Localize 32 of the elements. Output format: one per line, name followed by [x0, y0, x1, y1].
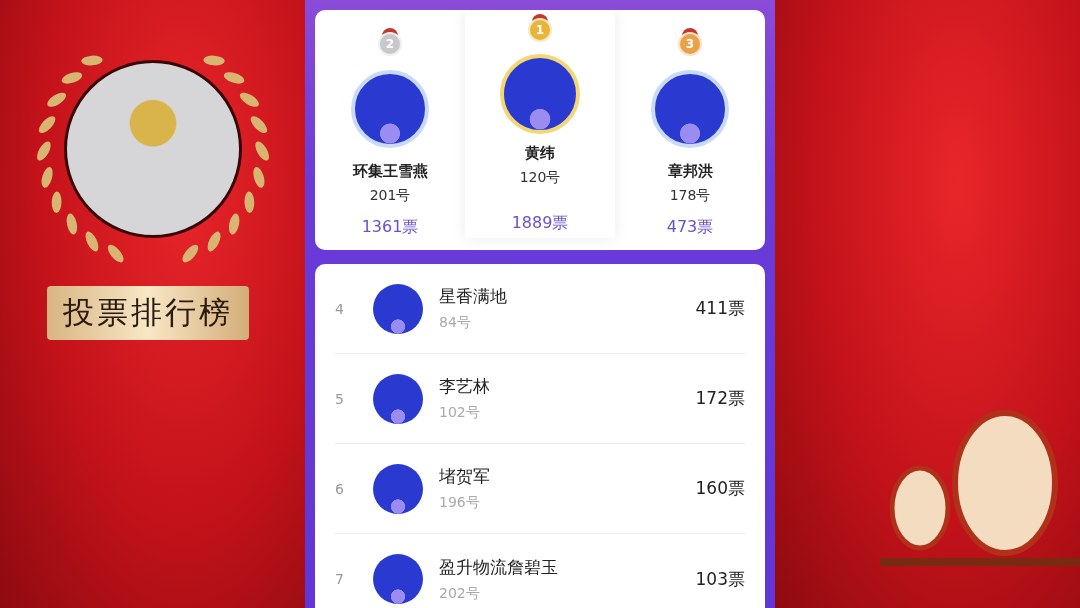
rank-number: 6 [335, 480, 345, 497]
vote-count: 160票 [695, 477, 745, 500]
avatar-image [373, 463, 423, 514]
contestant-name: 黄纬 [525, 144, 555, 163]
avatar-image [373, 373, 423, 424]
contestant-number: 102号 [439, 404, 481, 422]
ranking-title: 投票排行榜 [46, 286, 249, 340]
contestant-number: 202号 [439, 584, 481, 603]
contestant-number: 120号 [519, 169, 561, 187]
contestant-name: 章邦洪 [667, 162, 713, 181]
vote-count: 1361票 [361, 217, 419, 238]
contestant-name: 星香满地 [439, 285, 508, 308]
contestant-name: 盈升物流詹碧玉 [439, 555, 559, 579]
rank-number: 4 [335, 300, 345, 317]
vote-count: 103票 [695, 567, 745, 591]
vote-count: 473票 [666, 217, 714, 238]
vote-count: 411票 [695, 297, 745, 320]
contestant-name: 堵贺军 [439, 465, 491, 488]
contestant-name: 李艺林 [439, 375, 491, 398]
contestant-name: 环集王雪燕 [352, 162, 428, 181]
avatar-image [373, 554, 423, 604]
rank-number: 5 [335, 390, 345, 407]
medal-badge: 1 [528, 18, 552, 42]
vote-count: 1889票 [511, 213, 569, 234]
avatar-image [373, 283, 423, 334]
contestant-number: 201号 [369, 187, 411, 205]
contestant-number: 196号 [439, 494, 481, 512]
vote-count: 172票 [695, 387, 745, 410]
contestant-number: 178号 [669, 187, 711, 205]
medal-badge: 3 [678, 32, 702, 56]
contestant-number: 84号 [439, 314, 472, 332]
rank-number: 7 [335, 571, 345, 587]
